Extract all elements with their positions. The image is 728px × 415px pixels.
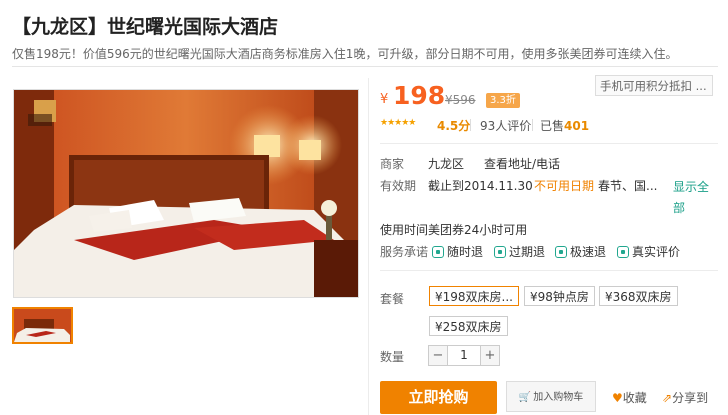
- promise-text: 极速退: [570, 245, 607, 259]
- share-label: 分享到: [672, 391, 709, 405]
- unavailable-dates: 春节、国...: [598, 179, 658, 193]
- header-divider: [12, 66, 718, 67]
- unavailable-dates-label: 不可用日期: [534, 179, 595, 193]
- quantity-stepper: − 1 +: [428, 345, 500, 366]
- quantity-plus-button[interactable]: +: [481, 346, 499, 365]
- package-option-198[interactable]: ¥198双床房...: [429, 286, 519, 306]
- real-review-icon: [617, 246, 629, 258]
- promise-real-reviews: 真实评价: [617, 243, 680, 260]
- view-address-link[interactable]: 查看地址/电话: [484, 155, 560, 172]
- package-label: 套餐: [380, 292, 405, 306]
- heart-icon: ♥: [612, 391, 623, 405]
- sold-number: 401: [564, 119, 590, 133]
- review-count-link[interactable]: 93人评价: [480, 117, 531, 134]
- show-all-link[interactable]: 显示全部: [673, 177, 717, 219]
- rating-stars: ★★★★★: [380, 118, 416, 128]
- rating-separator: [470, 119, 471, 131]
- current-price: 198: [393, 81, 446, 110]
- refund-anytime-icon: [432, 246, 444, 258]
- favorite-button[interactable]: ♥收藏: [612, 389, 647, 406]
- promise-refund-anytime: 随时退: [432, 243, 483, 260]
- hotel-room-image: [14, 90, 358, 297]
- original-price: ¥596: [445, 93, 476, 107]
- deal-subtitle: 仅售198元！价值596元的世纪曙光国际大酒店商务标准房入住1晚，可升级，部分日…: [12, 47, 678, 61]
- fast-refund-icon: [555, 246, 567, 258]
- favorite-label: 收藏: [622, 391, 647, 405]
- share-button[interactable]: ⇗分享到: [662, 389, 708, 406]
- quantity-label: 数量: [380, 350, 405, 364]
- page-title: 【九龙区】世纪曙光国际大酒店: [12, 16, 279, 38]
- promise-refund-expired: 过期退: [494, 243, 545, 260]
- section-divider: [380, 143, 718, 144]
- hotel-room-photo[interactable]: [13, 89, 359, 298]
- promise-text: 真实评价: [632, 245, 681, 259]
- column-divider: [368, 78, 369, 415]
- sold-count: 已售401: [540, 117, 589, 134]
- buy-now-button[interactable]: 立即抢购: [380, 381, 497, 414]
- mobile-points-tip[interactable]: 手机可用积分抵扣 ...: [595, 75, 713, 96]
- validity-label: 有效期: [380, 179, 417, 193]
- add-to-cart-button[interactable]: 🛒 加入购物车: [506, 381, 596, 412]
- currency-symbol: ¥: [380, 92, 389, 107]
- service-label: 服务承诺: [380, 245, 429, 259]
- merchant-label: 商家: [380, 157, 405, 171]
- refund-expired-icon: [494, 246, 506, 258]
- share-icon: ⇗: [662, 391, 673, 405]
- quantity-minus-button[interactable]: −: [429, 346, 447, 365]
- package-option-368[interactable]: ¥368双床房: [599, 286, 678, 306]
- merchant-district: 九龙区: [428, 157, 465, 171]
- quantity-input[interactable]: 1: [447, 346, 481, 365]
- photo-thumbnail[interactable]: [12, 307, 73, 344]
- package-option-258[interactable]: ¥258双床房: [429, 316, 508, 336]
- rating-score: 4.5分: [437, 119, 471, 133]
- promise-fast-refund: 极速退: [555, 243, 606, 260]
- promise-text: 过期退: [509, 245, 546, 259]
- section-divider: [380, 270, 718, 271]
- rating-separator: [532, 119, 533, 131]
- cart-icon: 🛒: [518, 392, 532, 403]
- thumbnail-image: [14, 309, 71, 342]
- promise-text: 随时退: [447, 245, 484, 259]
- discount-badge: 3.3折: [486, 93, 520, 108]
- sold-label: 已售: [540, 119, 565, 133]
- add-to-cart-label: 加入购物车: [533, 392, 584, 403]
- package-option-98[interactable]: ¥98钟点房: [524, 286, 595, 306]
- usage-time: 使用时间美团券24小时可用: [380, 223, 528, 237]
- validity-until: 截止到2014.11.30: [428, 179, 533, 193]
